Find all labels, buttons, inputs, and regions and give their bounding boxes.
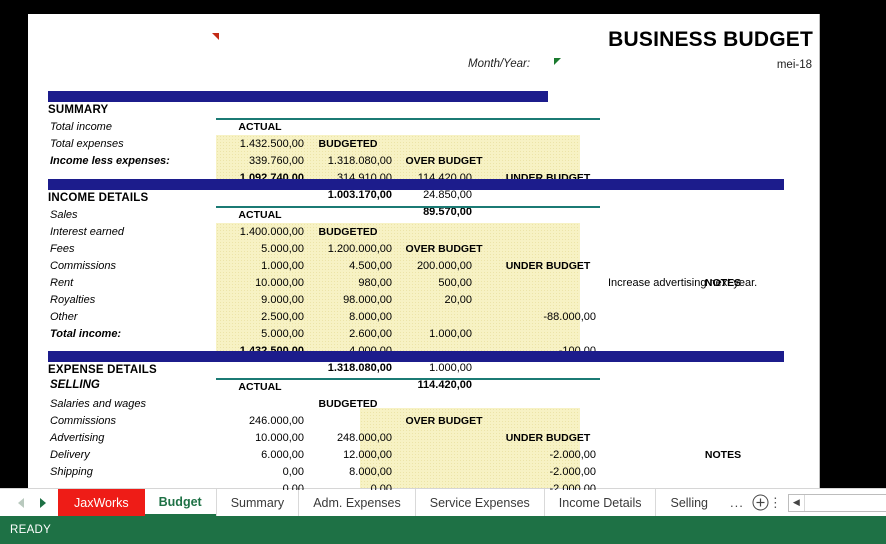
expense-subheading: SELLING [50, 379, 100, 391]
row-label: Commissions [50, 260, 117, 272]
sheet-options-kebab-icon[interactable]: ⋮ [769, 489, 782, 516]
sheet-tab-budget[interactable]: Budget [144, 489, 216, 516]
sheet-tabs-overflow[interactable]: ... [722, 489, 752, 516]
sheet-nav-buttons[interactable] [0, 489, 58, 516]
expense-header-row: EXPENSE DETAILS ACTUAL BUDGETED OVER BUD… [48, 362, 808, 461]
income-heading: INCOME DETAILS [48, 192, 149, 204]
sheet-tab-selling[interactable]: Selling [655, 489, 722, 516]
expense-details-table: EXPENSE DETAILS ACTUAL BUDGETED OVER BUD… [48, 362, 808, 490]
scroll-left-icon[interactable]: ◀ [789, 494, 805, 511]
income-header-row: INCOME DETAILS ACTUAL BUDGETED OVER BUDG… [48, 190, 808, 289]
table-row[interactable]: Income less expenses: 1.092.740,00 1.003… [48, 153, 808, 218]
table-row[interactable]: Fees 1.000,00 980,00 20,00 [48, 241, 808, 306]
sheet-tab-adm-expenses[interactable]: Adm. Expenses [298, 489, 415, 516]
summary-header-row: SUMMARY ACTUAL BUDGETED OVER BUDGET UNDE… [48, 102, 808, 184]
expense-band [48, 351, 784, 362]
sheet-tab-bar[interactable]: JaxWorks Budget Summary Adm. Expenses Se… [0, 488, 886, 516]
worksheet-canvas[interactable]: BUSINESS BUDGET Month/Year: mei-18 SUMMA… [28, 14, 820, 490]
table-row[interactable]: Total income 1.432.500,00 1.318.080,00 1… [48, 119, 808, 184]
row-label: Other [50, 311, 78, 323]
table-row[interactable]: Other 5.000,00 4.000,00 1.000,00 [48, 309, 808, 374]
table-row[interactable]: Delivery 0,00 0,00 [48, 447, 808, 490]
row-label: Total income: [50, 328, 122, 340]
scrollbar-track[interactable] [804, 494, 886, 511]
status-bar: READY [0, 516, 886, 544]
row-label: Total income [50, 121, 112, 133]
month-year-label: Month/Year: [468, 58, 531, 70]
status-text: READY [10, 524, 52, 536]
excel-window: BUSINESS BUDGET Month/Year: mei-18 SUMMA… [0, 0, 886, 544]
sheet-tab-jaxworks[interactable]: JaxWorks [58, 489, 145, 516]
row-label: Income less expenses: [50, 155, 170, 167]
row-label: Sales [50, 209, 78, 221]
sheet-tab-service-expenses[interactable]: Service Expenses [414, 489, 544, 516]
table-row[interactable]: Royalties 2.500,00 2.600,00 -100,00 [48, 292, 808, 357]
sheet-tab-summary[interactable]: Summary [215, 489, 298, 516]
expense-heading: EXPENSE DETAILS [48, 364, 157, 376]
horizontal-scrollbar[interactable]: ◀ [787, 493, 886, 512]
summary-table: SUMMARY ACTUAL BUDGETED OVER BUDGET UNDE… [48, 102, 808, 218]
add-sheet-button[interactable] [752, 489, 769, 516]
table-row[interactable]: Commissions 10.000,00 98.000,00 -88.000,… [48, 258, 808, 323]
table-row[interactable]: Interest earned 5.000,00 4.500,00 500,00 [48, 224, 808, 289]
previous-sheet-icon[interactable] [18, 497, 24, 508]
row-label: Fees [50, 243, 75, 255]
row-label: Delivery [50, 449, 90, 461]
income-details-table: INCOME DETAILS ACTUAL BUDGETED OVER BUDG… [48, 190, 808, 391]
table-row[interactable]: Shipping 0,00 0,00 [48, 464, 808, 490]
sheet-tab-income-details[interactable]: Income Details [543, 489, 656, 516]
table-row[interactable]: Sales 1.400.000,00 1.200.000,00 200.000,… [48, 207, 808, 289]
row-label: Commissions [50, 415, 117, 427]
income-band [48, 179, 784, 190]
summary-band [48, 91, 548, 102]
error-indicator-icon [554, 58, 561, 65]
table-row[interactable]: Total expenses 339.760,00 314.910,00 24.… [48, 136, 808, 201]
row-label: Advertising [50, 432, 105, 444]
row-under: -2.000,00 [549, 483, 596, 490]
next-sheet-icon[interactable] [40, 497, 46, 508]
row-label: Royalties [50, 294, 96, 306]
row-label: Rent [50, 277, 74, 289]
table-row[interactable]: Advertising 6.000,00 8.000,00 -2.000,00 … [48, 430, 808, 490]
row-label: Interest earned [50, 226, 124, 238]
row-actual: 0,00 [282, 483, 304, 490]
summary-heading: SUMMARY [48, 104, 109, 116]
row-label: Salaries and wages [50, 398, 147, 410]
row-label: Shipping [50, 466, 93, 478]
page-title: BUSINESS BUDGET [608, 28, 813, 51]
expense-subheading-row: SELLING [48, 379, 808, 396]
month-year-value[interactable]: mei-18 [777, 59, 812, 71]
comment-marker-icon [212, 33, 219, 40]
row-label: Total expenses [50, 138, 124, 150]
sheet-tabs[interactable]: JaxWorks Budget Summary Adm. Expenses Se… [58, 489, 722, 516]
month-year-row: Month/Year: mei-18 [468, 58, 818, 74]
table-row[interactable]: Salaries and wages 246.000,00 248.000,00… [48, 396, 808, 461]
table-row[interactable]: Rent 9.000,00 8.000,00 1.000,00 [48, 275, 808, 340]
table-row[interactable]: Commissions 10.000,00 12.000,00 -2.000,0… [48, 413, 808, 478]
title-block: BUSINESS BUDGET [393, 28, 813, 52]
row-budgeted: 0,00 [370, 483, 392, 490]
table-row-total[interactable]: Total income: 1.432.500,00 1.318.080,00 … [48, 326, 808, 391]
